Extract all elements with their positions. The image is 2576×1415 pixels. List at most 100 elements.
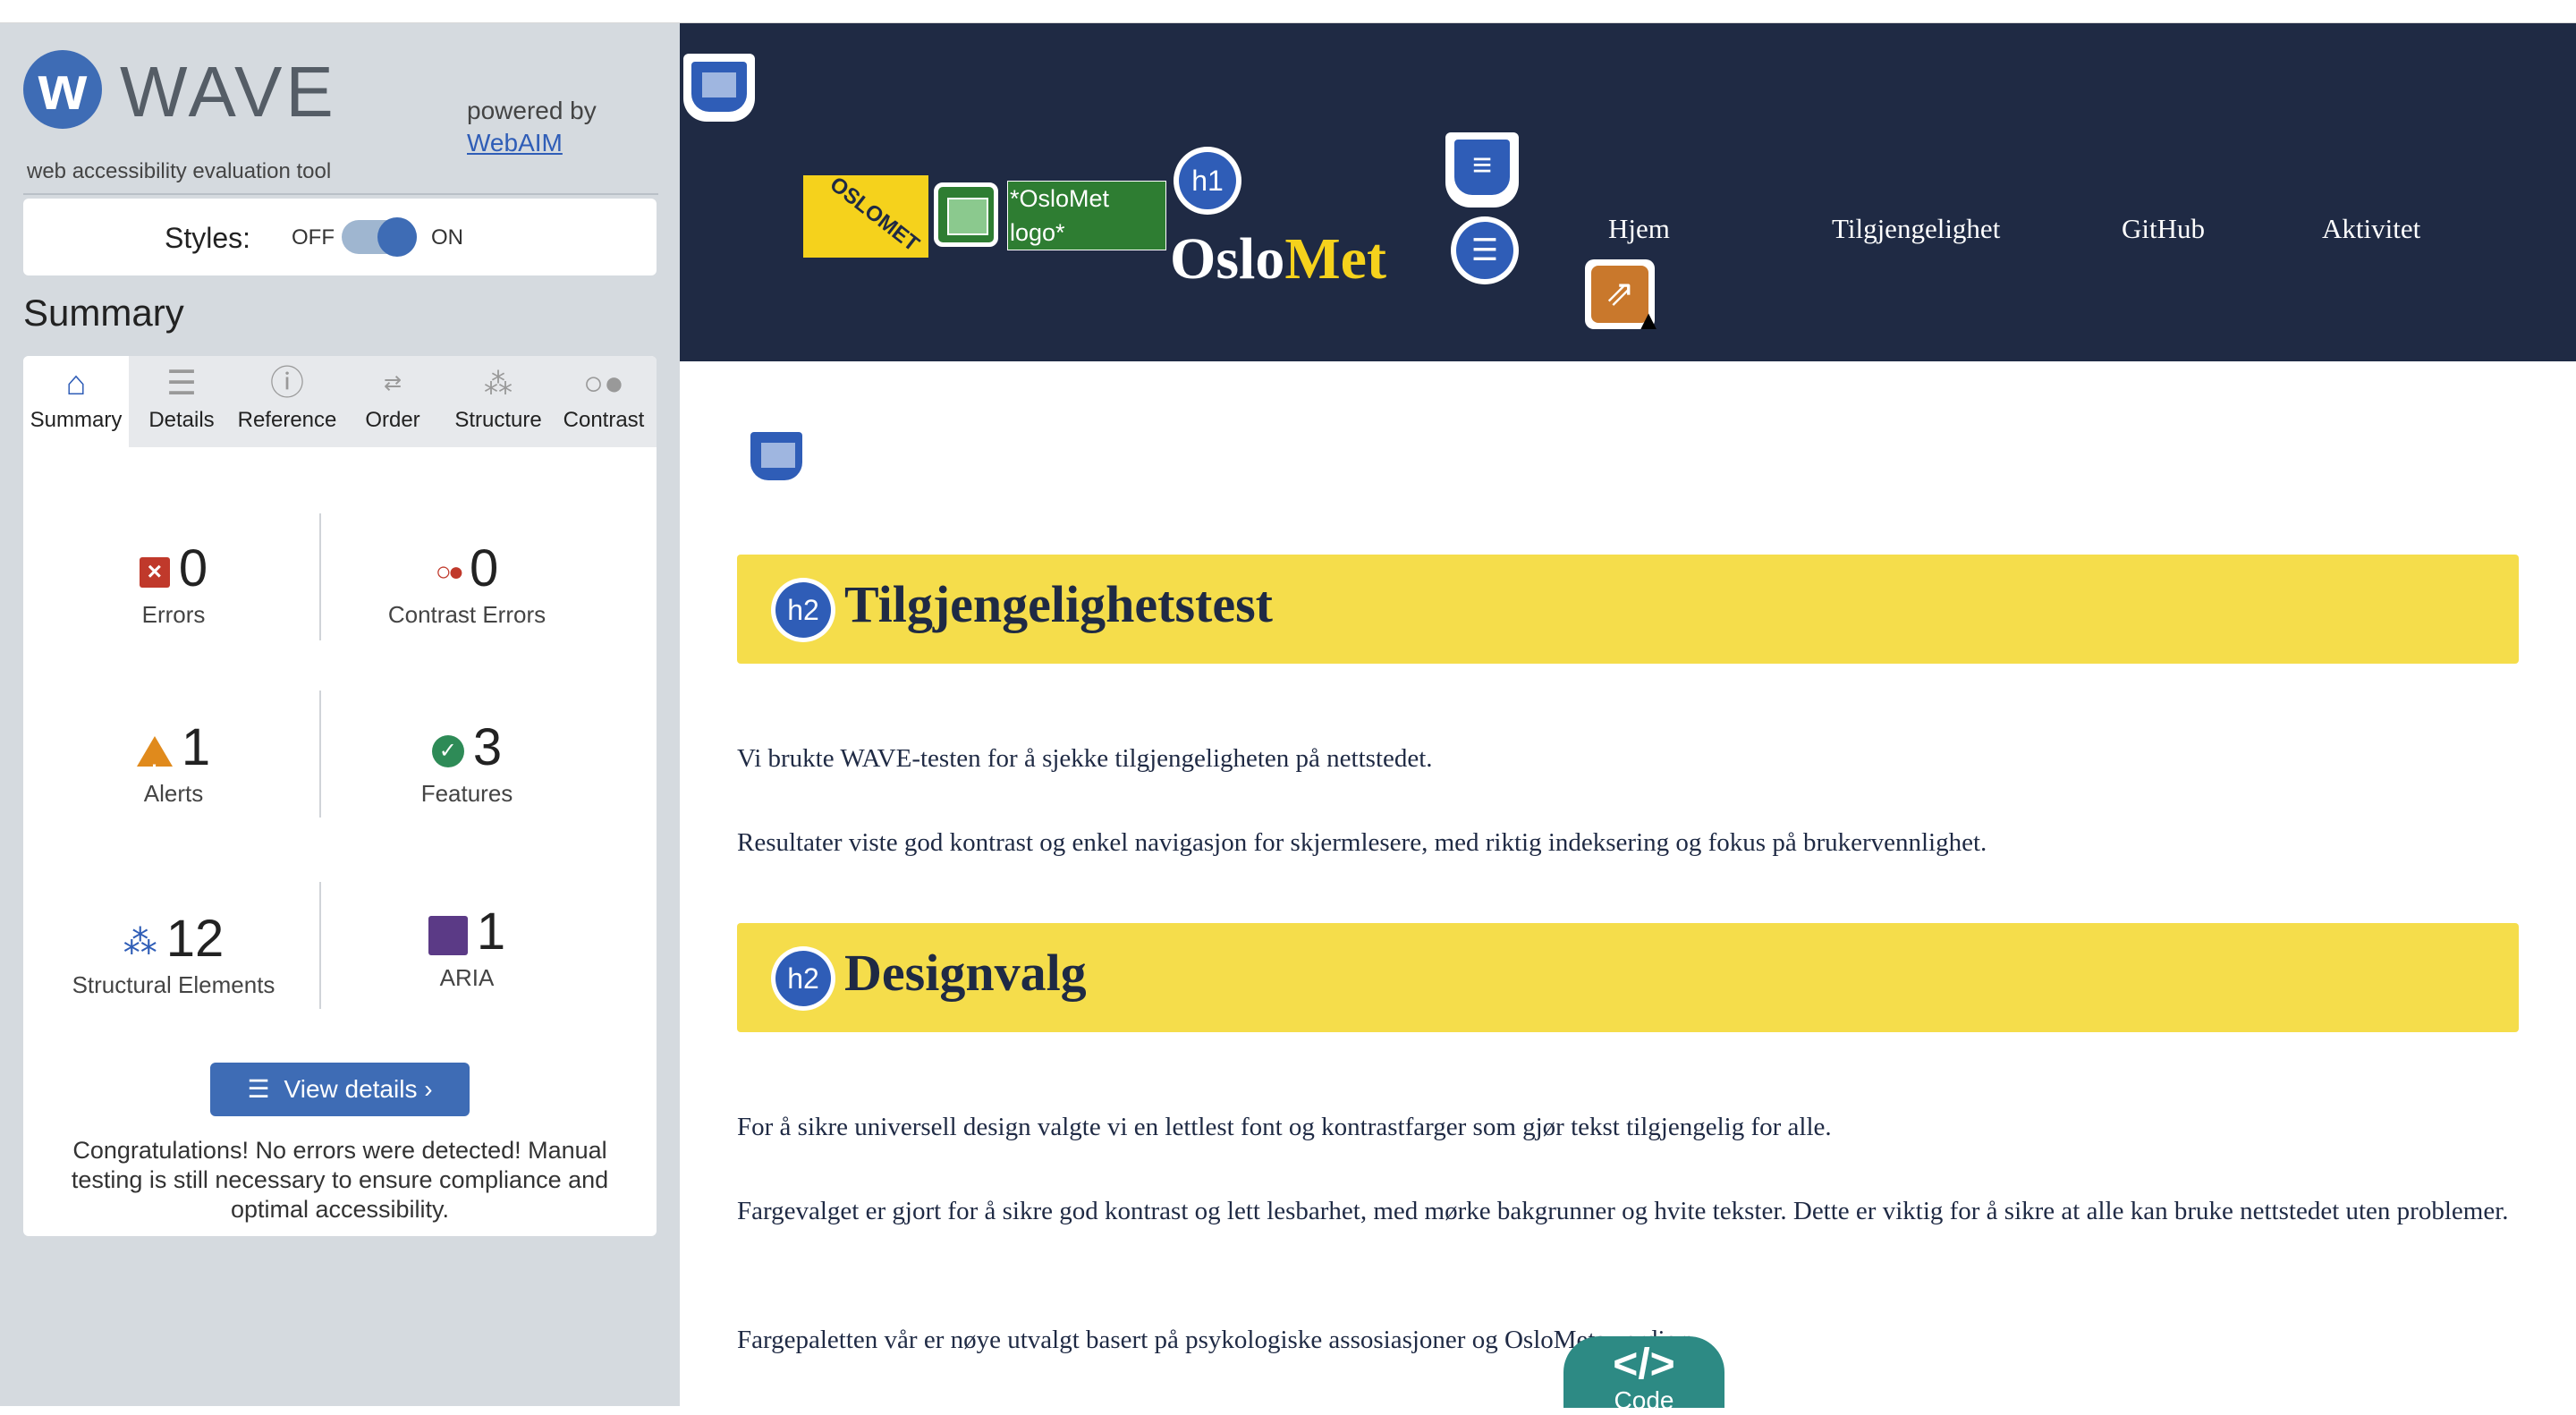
alt-text-label: *OsloMet logo*: [1007, 181, 1166, 250]
contrast-error-icon: ○●: [435, 556, 464, 587]
tab-label: Summary: [30, 408, 123, 432]
check-icon: ✓: [431, 734, 464, 767]
features-count: 3: [472, 718, 503, 776]
h2-badge[interactable]: h2: [771, 578, 835, 642]
tab-reference[interactable]: ⓘ Reference: [234, 356, 340, 447]
view-details-button[interactable]: ☰ View details ›: [210, 1063, 470, 1116]
tab-bar: ⌂ Summary ☰ Details ⓘ Reference ⇄ Order …: [23, 356, 657, 447]
errors-label: Errors: [141, 601, 206, 628]
h2-badge[interactable]: h2: [771, 946, 835, 1011]
alerts-label: Alerts: [143, 780, 204, 807]
aria-count: 1: [476, 902, 506, 961]
section-title: Designvalg: [844, 944, 1087, 1002]
info-icon: ⓘ: [269, 365, 304, 402]
code-label: Code: [1614, 1386, 1674, 1414]
stat-alerts[interactable]: ! 1 Alerts: [30, 719, 317, 808]
section-heading-banner: h2 Designvalg: [737, 923, 2519, 1032]
webaim-link[interactable]: WebAIM: [467, 129, 563, 157]
structure-icon: ⁂: [123, 923, 157, 962]
divider: [319, 691, 321, 818]
alerts-count: 1: [181, 718, 211, 776]
tab-summary[interactable]: ⌂ Summary: [23, 356, 129, 447]
structural-count: 12: [165, 910, 225, 968]
list-icon[interactable]: ☰: [1451, 216, 1519, 284]
wave-sidebar: w WAVE web accessibility evaluation tool…: [0, 23, 680, 1406]
navigation-region-icon[interactable]: ≡: [1445, 132, 1519, 208]
tab-contrast[interactable]: ○● Contrast: [551, 356, 657, 447]
tab-details[interactable]: ☰ Details: [129, 356, 234, 447]
brand-oslo: Oslo: [1170, 226, 1285, 292]
order-icon: ⇄: [383, 371, 402, 395]
logo-text: OSLOMET: [825, 175, 924, 257]
h2-badge-label: h2: [775, 582, 831, 638]
image-icon[interactable]: [934, 182, 998, 247]
list-icon: ☰: [165, 365, 198, 402]
nav-link-github[interactable]: GitHub: [2122, 213, 2205, 245]
paragraph: For å sikre universell design valgte vi …: [737, 1113, 1832, 1141]
error-icon: ×: [139, 556, 170, 588]
home-icon: ⌂: [65, 365, 87, 402]
styles-toggle-box: Styles: OFF ON: [23, 199, 657, 275]
errors-count: 0: [178, 539, 208, 597]
code-icon: </>: [1613, 1341, 1675, 1388]
stat-features[interactable]: ✓ 3 Features: [324, 719, 610, 808]
tab-order[interactable]: ⇄ Order: [340, 356, 445, 447]
toggle-knob: [377, 217, 417, 257]
main-region-icon[interactable]: [742, 424, 810, 490]
nav-link-aktivitet[interactable]: Aktivitet: [2322, 213, 2420, 245]
list-icon: ☰: [247, 1075, 270, 1103]
view-details-label: View details ›: [284, 1075, 433, 1103]
header-region-icon[interactable]: [683, 54, 755, 122]
wave-header: w WAVE web accessibility evaluation tool…: [23, 50, 658, 195]
h1-badge[interactable]: h1: [1174, 147, 1241, 215]
stat-structural[interactable]: ⁂ 12 Structural Elements: [30, 911, 317, 999]
tab-structure[interactable]: ⁂ Structure: [445, 356, 551, 447]
powered-by-text: powered by: [467, 97, 597, 124]
h2-badge-label: h2: [775, 951, 831, 1006]
oslomet-logo[interactable]: OSLOMET: [803, 175, 928, 258]
tab-label: Contrast: [563, 408, 645, 432]
tab-label: Details: [148, 408, 215, 432]
paragraph: Vi brukte WAVE-testen for å sjekke tilgj…: [737, 744, 1433, 773]
wave-title: WAVE: [120, 52, 337, 131]
styles-toggle[interactable]: [342, 217, 417, 257]
styles-on-label: ON: [431, 225, 463, 250]
code-button[interactable]: </> Code: [1563, 1336, 1724, 1414]
structure-icon: ⁂: [484, 368, 513, 400]
wave-logo-icon: w: [23, 50, 102, 129]
aria-icon: [428, 915, 468, 955]
tab-label: Reference: [237, 408, 337, 432]
stat-errors[interactable]: × 0 Errors: [30, 540, 317, 629]
stat-contrast-errors[interactable]: ○● 0 Contrast Errors: [324, 540, 610, 629]
stat-aria[interactable]: 1 ARIA: [324, 903, 610, 992]
brand-met: Met: [1284, 226, 1386, 292]
contrast-errors-count: 0: [469, 539, 499, 597]
divider: [319, 513, 321, 640]
summary-heading: Summary: [23, 292, 184, 334]
structural-label: Structural Elements: [72, 971, 275, 998]
tab-label: Order: [365, 408, 420, 432]
alert-icon: !: [136, 735, 173, 783]
paragraph: Fargevalget er gjort for å sikre god kon…: [737, 1197, 2509, 1225]
features-label: Features: [420, 780, 513, 807]
nav-link-tilgjengelighet[interactable]: Tilgjengelighet: [1832, 213, 2000, 245]
link-alert-icon[interactable]: ⇗ ▲: [1585, 259, 1662, 335]
contrast-icon: ○●: [583, 365, 624, 402]
divider: [319, 882, 321, 1009]
aria-label: ARIA: [439, 964, 495, 991]
styles-label: Styles:: [165, 222, 251, 254]
contrast-errors-label: Contrast Errors: [387, 601, 547, 628]
section-title: Tilgjengelighetstest: [844, 575, 1273, 633]
nav-link-hjem[interactable]: Hjem: [1608, 213, 1670, 245]
wave-tagline: web accessibility evaluation tool: [27, 159, 332, 183]
congrats-message: Congratulations! No errors were detected…: [71, 1137, 609, 1223]
paragraph: Resultater viste god kontrast og enkel n…: [737, 828, 1987, 857]
site-brand-heading: OsloMet: [1170, 225, 1386, 293]
warning-icon: ▲: [1635, 306, 1662, 335]
styles-off-label: OFF: [292, 225, 335, 250]
section-heading-banner: h2 Tilgjengelighetstest: [737, 555, 2519, 664]
tab-label: Structure: [454, 408, 542, 432]
summary-panel: ⌂ Summary ☰ Details ⓘ Reference ⇄ Order …: [23, 356, 657, 1236]
h1-badge-label: h1: [1179, 152, 1236, 209]
browser-top-strip: [0, 0, 2576, 23]
